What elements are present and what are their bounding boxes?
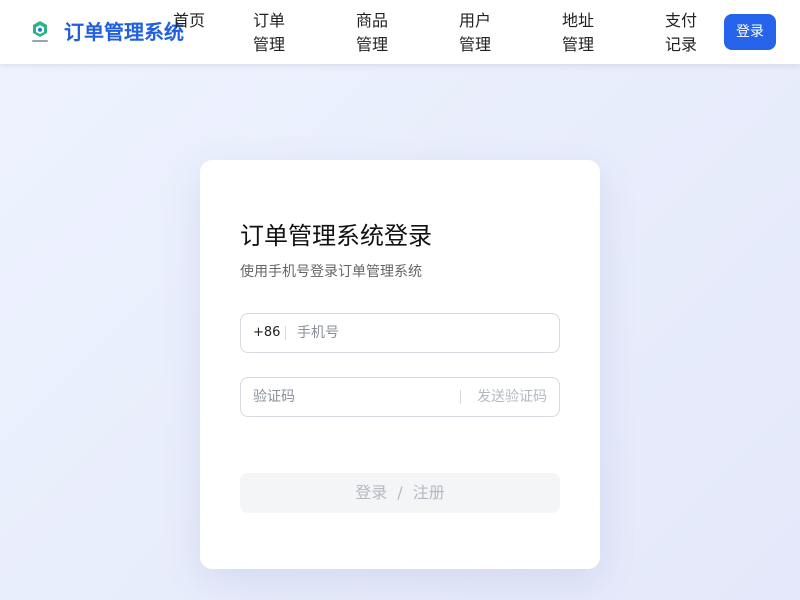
submit-register-label: 注册	[412, 483, 445, 502]
nav-item-products[interactable]: 商品管理	[356, 9, 396, 57]
nav-item-payments[interactable]: 支付记录	[665, 9, 705, 57]
login-title: 订单管理系统登录	[240, 222, 432, 250]
country-code-prefix[interactable]: +86	[253, 314, 280, 352]
phone-divider	[285, 326, 286, 340]
nav-item-home[interactable]: 首页	[173, 9, 213, 33]
code-divider	[460, 390, 461, 404]
login-subtitle: 使用手机号登录订单管理系统	[240, 264, 422, 280]
code-field: 发送验证码	[240, 377, 560, 417]
login-card: 订单管理系统登录 使用手机号登录订单管理系统 +86 发送验证码 登录 / 注册	[200, 160, 600, 569]
phone-input[interactable]	[297, 314, 547, 352]
login-register-button[interactable]: 登录 / 注册	[240, 473, 560, 513]
nav-item-orders[interactable]: 订单管理	[253, 9, 293, 57]
nav-item-addresses[interactable]: 地址管理	[562, 9, 602, 57]
top-navbar: 订单管理系统 首页 订单管理 商品管理 用户管理 地址管理 支付记录 登录	[0, 0, 800, 64]
send-code-button[interactable]: 发送验证码	[477, 378, 547, 416]
brand-title[interactable]: 订单管理系统	[64, 19, 184, 45]
phone-field: +86	[240, 313, 560, 353]
verification-code-input[interactable]	[253, 378, 443, 416]
brand-logo-icon	[32, 21, 48, 42]
submit-separator: /	[397, 483, 403, 502]
header-login-button[interactable]: 登录	[724, 14, 776, 50]
submit-login-label: 登录	[355, 483, 388, 502]
nav-item-users[interactable]: 用户管理	[459, 9, 499, 57]
